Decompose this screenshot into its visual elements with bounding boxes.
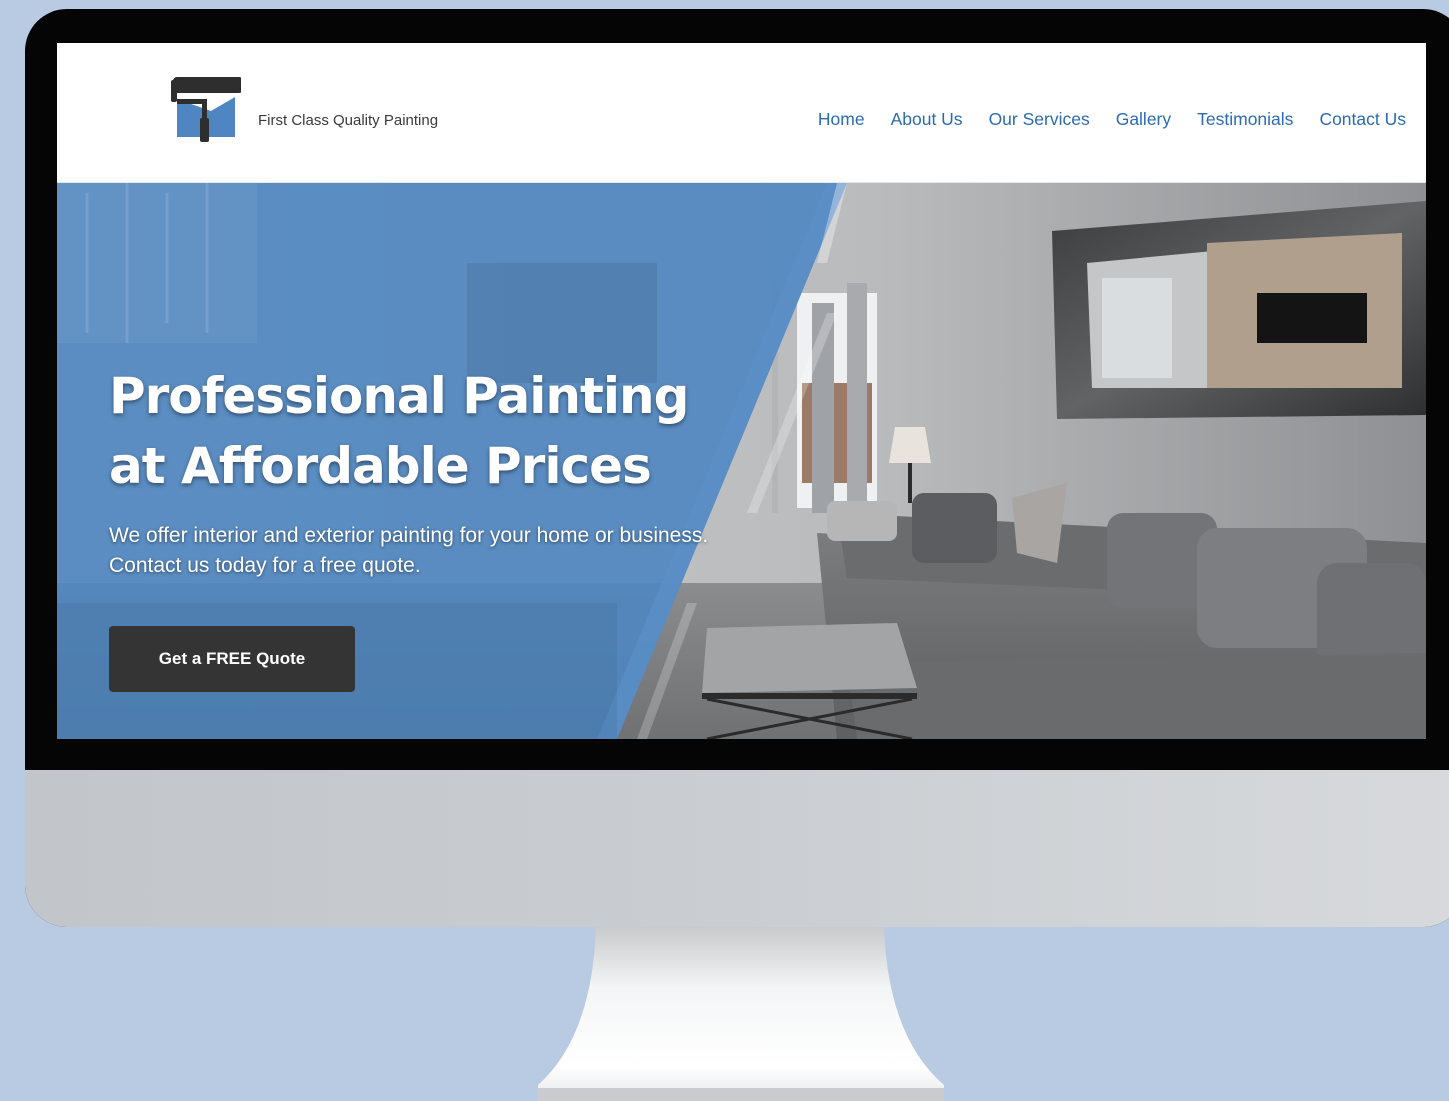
hero-section: Professional Painting at Affordable Pric… <box>57 183 1426 739</box>
hero-title-line-2: at Affordable Prices <box>109 437 652 495</box>
nav-home[interactable]: Home <box>818 109 865 130</box>
nav-our-services[interactable]: Our Services <box>989 109 1090 130</box>
hero-title-line-1: Professional Painting <box>109 367 689 425</box>
nav-gallery[interactable]: Gallery <box>1116 109 1171 130</box>
nav-testimonials[interactable]: Testimonials <box>1197 109 1293 130</box>
hero-subtitle: We offer interior and exterior painting … <box>109 524 709 577</box>
paint-roller-icon[interactable] <box>169 77 243 145</box>
hero-title: Professional Painting at Affordable Pric… <box>109 361 689 501</box>
monitor-frame: First Class Quality Painting Home About … <box>25 9 1449 927</box>
site-header: First Class Quality Painting Home About … <box>57 43 1426 183</box>
monitor-chin <box>25 770 1449 927</box>
brand-name[interactable]: First Class Quality Painting <box>258 112 438 129</box>
nav-contact-us[interactable]: Contact Us <box>1319 109 1406 130</box>
monitor-stand <box>538 927 944 1101</box>
main-nav: Home About Us Our Services Gallery Testi… <box>818 109 1406 130</box>
get-free-quote-button[interactable]: Get a FREE Quote <box>109 626 355 692</box>
monitor-screen: First Class Quality Painting Home About … <box>57 43 1426 739</box>
nav-about-us[interactable]: About Us <box>891 109 963 130</box>
